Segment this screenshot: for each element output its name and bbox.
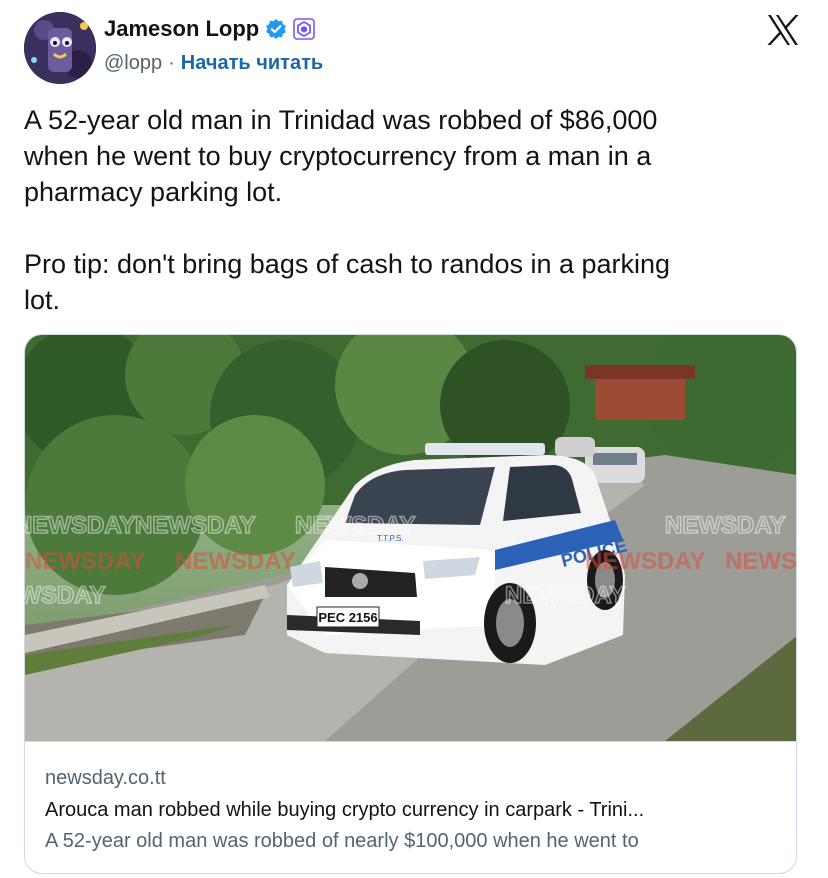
card-description: A 52-year old man was robbed of nearly $… — [45, 830, 639, 852]
tweet-text: A 52-year old man in Trinidad was robbed… — [24, 105, 671, 315]
author-handle[interactable]: @lopp — [104, 52, 162, 75]
author-name[interactable]: Jameson Lopp — [104, 16, 259, 42]
watermark-text: NEWSDAY — [665, 512, 785, 539]
verified-badge-icon — [265, 18, 287, 40]
watermark-text: NEWSDAY — [25, 512, 135, 539]
x-logo-icon[interactable] — [766, 14, 800, 46]
watermark-text: NEWSDAY — [725, 548, 797, 575]
watermark-text: NEWSDAY — [25, 548, 145, 575]
watermark-text: NEWSDAY — [25, 582, 105, 609]
link-card[interactable]: PEC 2156 POLICE T.T.P.S. NEWSDAY NEWSDAY… — [24, 334, 797, 874]
license-plate: PEC 2156 — [318, 610, 377, 625]
watermark-text: NEWSDAY — [135, 512, 255, 539]
watermark-text: NEWSDAY — [505, 582, 625, 609]
watermark-text: NEWSDAY — [295, 512, 415, 539]
card-image[interactable]: PEC 2156 POLICE T.T.P.S. NEWSDAY NEWSDAY… — [25, 335, 797, 741]
watermark-text: NEWSDAY — [175, 548, 295, 575]
card-meta[interactable]: newsday.co.tt Arouca man robbed while bu… — [25, 741, 796, 873]
tweet-header: Jameson Lopp @lopp · Начать читать — [24, 12, 804, 84]
author-handle-row: @lopp · Начать читать — [104, 52, 323, 75]
separator-dot: · — [168, 52, 175, 74]
avatar[interactable] — [24, 12, 96, 84]
follow-button[interactable]: Начать читать — [181, 52, 323, 75]
card-domain[interactable]: newsday.co.tt — [45, 764, 778, 792]
affiliate-badge-icon[interactable] — [293, 18, 316, 40]
watermark-text: NEWSDAY — [585, 548, 705, 575]
card-title[interactable]: Arouca man robbed while buying crypto cu… — [45, 794, 778, 826]
author-name-row: Jameson Lopp — [104, 16, 316, 42]
